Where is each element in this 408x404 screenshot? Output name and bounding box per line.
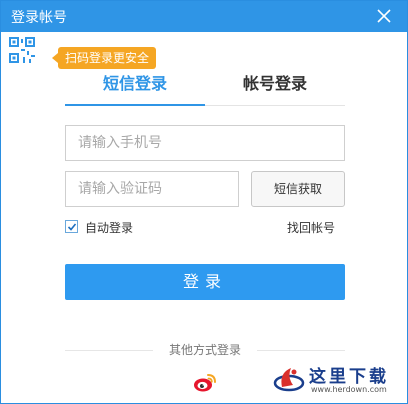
other-login-label: 其他方式登录 [168, 343, 241, 357]
divider-left [65, 350, 153, 351]
get-sms-code-button[interactable]: 短信获取 [251, 171, 345, 207]
title-bar[interactable]: 登录帐号 [1, 1, 407, 32]
tab-account-login[interactable]: 帐号登录 [205, 71, 345, 104]
tab-sms-login[interactable]: 短信登录 [65, 71, 205, 106]
watermark-url: www.herdown.com [311, 385, 387, 394]
login-tabs: 短信登录 帐号登录 [65, 71, 345, 106]
weibo-icon[interactable] [192, 371, 218, 393]
close-icon[interactable] [375, 7, 393, 25]
qr-tip-badge: 扫码登录更安全 [51, 47, 157, 69]
login-window: 登录帐号 扫码登录更安全 短信登录 帐号登录 短信获取 [0, 0, 408, 404]
check-icon [67, 223, 77, 231]
phone-input[interactable] [65, 125, 345, 161]
site-watermark: 这里下载 www.herdown.com [271, 359, 403, 401]
recover-account-link[interactable]: 找回帐号 [287, 219, 335, 236]
site-logo-icon [273, 368, 305, 392]
qr-code-icon[interactable] [9, 37, 35, 63]
verification-code-input[interactable] [65, 171, 239, 207]
auto-login-checkbox[interactable] [65, 220, 78, 233]
divider-right [257, 350, 345, 351]
login-button[interactable]: 登录 [65, 264, 345, 300]
watermark-brand: 这里下载 [309, 367, 389, 387]
window-title: 登录帐号 [11, 10, 67, 26]
auto-login-label: 自动登录 [85, 221, 134, 235]
